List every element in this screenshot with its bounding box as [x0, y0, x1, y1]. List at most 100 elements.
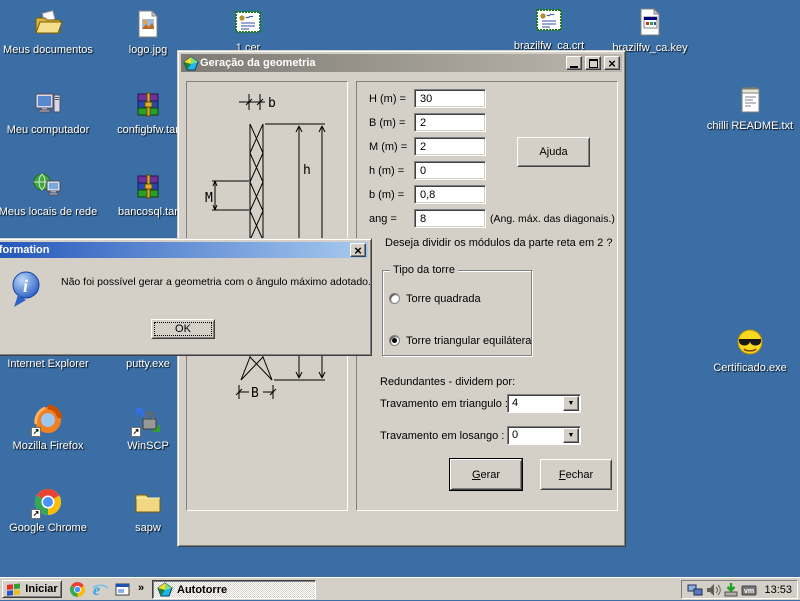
- quicklaunch-show-desktop-icon[interactable]: [114, 581, 131, 598]
- field-B-input[interactable]: 2: [414, 113, 486, 132]
- start-button[interactable]: Iniciar: [2, 580, 62, 598]
- desktop: { "desktop": { "icons": [ {"label":"Meus…: [0, 0, 800, 600]
- field-label-h: h (m) =: [369, 165, 404, 177]
- shortcut-arrow-icon: ↗: [31, 509, 41, 519]
- desktop-icon-chilli-readme[interactable]: chilli README.txt: [700, 84, 800, 132]
- maximize-button[interactable]: [585, 56, 601, 70]
- minimize-button[interactable]: [566, 56, 582, 70]
- desktop-icon-brazilfw-ca-key[interactable]: brazilfw_ca.key: [600, 6, 700, 54]
- chevron-down-icon[interactable]: [563, 428, 579, 443]
- information-message: Não foi possível gerar a geometria com o…: [61, 276, 371, 288]
- vmware-tools-icon[interactable]: [723, 582, 739, 598]
- field-h-input[interactable]: 0: [414, 161, 486, 180]
- desktop-icon-label: Internet Explorer: [7, 358, 88, 370]
- radio-label-torre-quadrada[interactable]: Torre quadrada: [406, 293, 481, 305]
- combo-label-losango: Travamento em losango :: [380, 430, 504, 442]
- tower-type-groupbox: Tipo da torre Torre quadrada Torre trian…: [382, 270, 532, 356]
- desktop-icon-label: Mozilla Firefox: [13, 440, 84, 452]
- certificate-icon: [232, 6, 264, 38]
- desktop-icon-label: Certificado.exe: [713, 362, 786, 374]
- desktop-icon-label: Meus locais de rede: [0, 206, 97, 218]
- svg-text:i: i: [23, 276, 28, 296]
- field-ang-input[interactable]: 8: [414, 209, 486, 228]
- firefox-icon: ↗: [32, 404, 64, 436]
- dim-label-M: M: [205, 191, 213, 206]
- fechar-button[interactable]: Fechar: [540, 459, 612, 490]
- field-label-H: H (m) =: [369, 93, 406, 105]
- folder-icon: [132, 486, 164, 518]
- task-button-label: Autotorre: [177, 584, 227, 596]
- gerar-button[interactable]: Gerar: [450, 459, 522, 490]
- dim-label-B: B: [251, 386, 259, 401]
- ajuda-button[interactable]: Ajuda: [517, 137, 590, 167]
- notepad-icon: [734, 84, 766, 116]
- shortcut-arrow-icon: ↗: [31, 427, 41, 437]
- desktop-icon-label: Google Chrome: [9, 522, 87, 534]
- smiley-icon: [734, 326, 766, 358]
- dim-label-b: b: [268, 96, 276, 111]
- desktop-icon-label: WinSCP: [127, 440, 169, 452]
- taskbar-task-autotorre[interactable]: Autotorre: [152, 580, 316, 599]
- field-label-B: B (m) =: [369, 117, 405, 129]
- quicklaunch-overflow-chevron[interactable]: »: [138, 582, 144, 594]
- information-dialog-titlebar[interactable]: Information: [0, 242, 368, 258]
- field-label-M: M (m) =: [369, 141, 407, 153]
- maximize-icon: [589, 59, 598, 68]
- shortcut-arrow-icon: ↗: [131, 427, 141, 437]
- desktop-icon-label: sapw: [135, 522, 161, 534]
- desktop-icon-1-cer[interactable]: 1.cer: [198, 6, 298, 54]
- winscp-icon: ↗: [132, 404, 164, 436]
- ang-note: (Ang. máx. das diagonais.): [490, 213, 615, 225]
- folder-open-icon: [32, 8, 64, 40]
- quicklaunch-internet-explorer-icon[interactable]: e: [92, 581, 109, 598]
- network-icon: [32, 170, 64, 202]
- desktop-icon-label: bancosql.tar: [118, 206, 178, 218]
- combo-value: 4: [508, 395, 562, 412]
- tower-type-group-title: Tipo da torre: [390, 264, 458, 276]
- taskbar: Iniciar e » Autotorre vm 13:53: [0, 577, 800, 600]
- field-b-input[interactable]: 0,8: [414, 185, 486, 204]
- desktop-icon-label: logo.jpg: [129, 44, 168, 56]
- divide-question: Deseja dividir os módulos da parte reta …: [385, 237, 612, 249]
- svg-text:e: e: [93, 582, 100, 598]
- winrar-icon: [132, 88, 164, 120]
- desktop-icon-meu-computador[interactable]: Meu computador: [0, 88, 98, 136]
- combo-label-triangulo: Travamento em triangulo :: [380, 398, 508, 410]
- desktop-icon-label: putty.exe: [126, 358, 170, 370]
- desktop-icon-logo-jpg[interactable]: logo.jpg: [98, 8, 198, 56]
- desktop-icon-certificado-exe[interactable]: Certificado.exe: [700, 326, 800, 374]
- dim-label-h: h: [303, 163, 311, 178]
- desktop-icon-brazilfw-ca-crt[interactable]: brazilfw_ca.crt: [499, 4, 599, 52]
- vm-icon[interactable]: vm: [741, 582, 757, 598]
- desktop-icon-label: Meus documentos: [3, 44, 93, 56]
- geometry-dialog-titlebar[interactable]: Geração da geometria: [181, 54, 622, 72]
- travamento-losango-combo[interactable]: 0: [507, 426, 581, 445]
- desktop-icon-google-chrome[interactable]: ↗ Google Chrome: [0, 486, 98, 534]
- app-icon: [157, 582, 173, 598]
- desktop-icon-label: Meu computador: [7, 124, 90, 136]
- desktop-icon-meus-documentos[interactable]: Meus documentos: [0, 8, 98, 56]
- field-M-input[interactable]: 2: [414, 137, 486, 156]
- combo-value: 0: [508, 427, 562, 444]
- desktop-icon-meus-locais-de-rede[interactable]: Meus locais de rede: [0, 170, 98, 218]
- radio-label-torre-triangular[interactable]: Torre triangular equilátera: [406, 335, 531, 347]
- certificate-icon: [533, 4, 565, 36]
- chrome-icon: ↗: [32, 486, 64, 518]
- close-button[interactable]: [350, 243, 366, 257]
- radio-torre-quadrada[interactable]: [389, 293, 400, 304]
- close-button[interactable]: [604, 56, 620, 70]
- radio-torre-triangular[interactable]: [389, 335, 400, 346]
- network-tray-icon[interactable]: [687, 582, 703, 598]
- redundantes-label: Redundantes - dividem por:: [380, 376, 515, 388]
- field-H-input[interactable]: 30: [414, 89, 486, 108]
- key-file-icon: [634, 6, 666, 38]
- desktop-icon-mozilla-firefox[interactable]: ↗ Mozilla Firefox: [0, 404, 98, 452]
- travamento-triangulo-combo[interactable]: 4: [507, 394, 581, 413]
- image-file-icon: [132, 8, 164, 40]
- app-icon: [183, 56, 197, 70]
- desktop-icon-label: configbfw.tar: [117, 124, 179, 136]
- chevron-down-icon[interactable]: [563, 396, 579, 411]
- volume-icon[interactable]: [705, 582, 721, 598]
- ok-button[interactable]: OK: [151, 319, 215, 339]
- quicklaunch-chrome-icon[interactable]: [69, 581, 86, 598]
